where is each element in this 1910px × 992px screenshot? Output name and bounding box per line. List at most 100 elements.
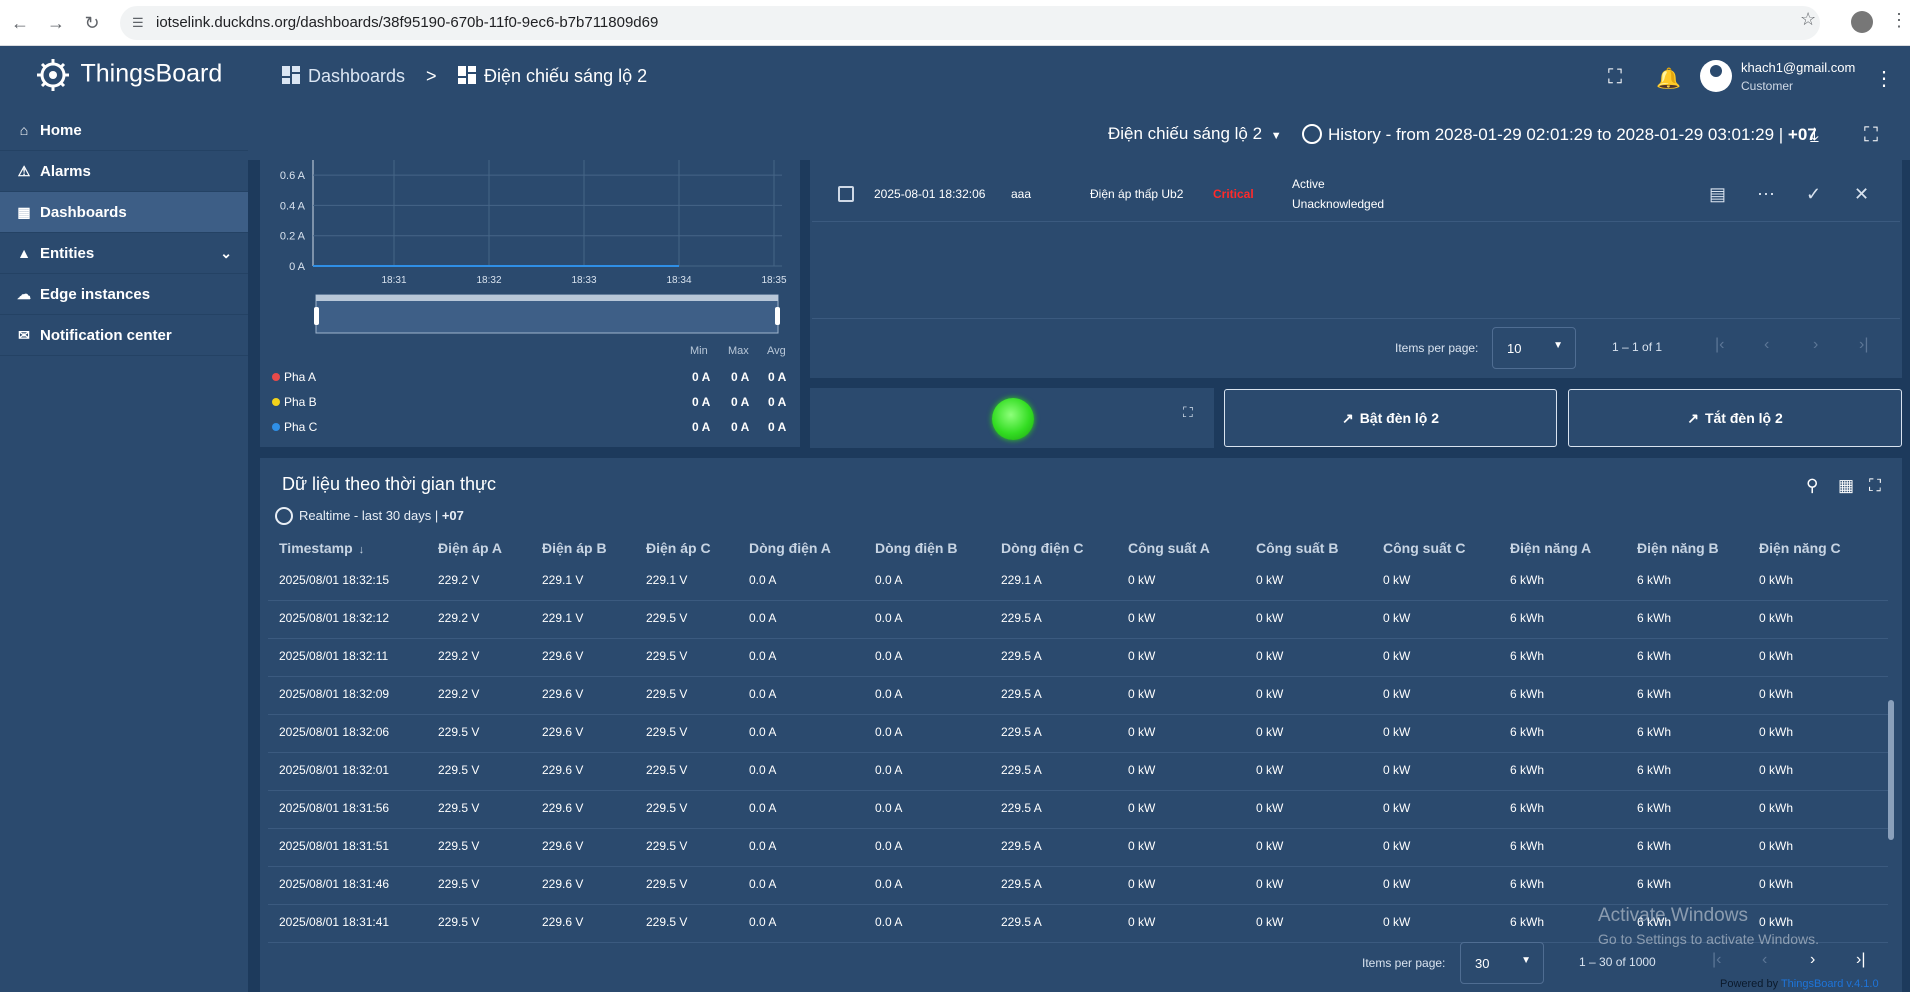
table-scrollbar[interactable] <box>1888 700 1894 840</box>
app-name: ThingsBoard <box>80 59 223 88</box>
bell-icon[interactable]: 🔔 <box>1656 66 1681 91</box>
table-timewindow-label: Realtime - last 30 days | <box>299 508 442 523</box>
table-cell: 0 kWh <box>1759 877 1794 891</box>
browser-profile-avatar[interactable] <box>1851 11 1873 33</box>
first-page-icon[interactable]: |‹ <box>1715 336 1724 354</box>
comment-icon[interactable]: ▤ <box>1709 184 1726 205</box>
address-bar[interactable]: ☰ iotselink.duckdns.org/dashboards/38f95… <box>120 6 1820 40</box>
table-cell: 0.0 A <box>875 763 903 777</box>
legend-entry[interactable]: Pha C <box>272 420 317 434</box>
arrow-right-icon[interactable]: → <box>44 11 68 35</box>
table-cell: 0 kW <box>1383 611 1411 625</box>
status-led <box>992 398 1034 440</box>
column-header[interactable]: Điện áp C <box>646 540 711 556</box>
table-cell: 2025/08/01 18:32:15 <box>279 573 390 587</box>
sidebar-item-home[interactable]: ⌂ Home <box>0 110 248 151</box>
alarm-items-per-page-label: Items per page: <box>1395 341 1479 355</box>
table-cell: 0 kW <box>1128 649 1156 663</box>
legend-header-max: Max <box>728 345 749 357</box>
table-cell: 229.2 V <box>438 687 480 701</box>
app-logo[interactable]: ThingsBoard <box>36 58 222 92</box>
site-info-icon[interactable]: ☰ <box>132 6 144 40</box>
breadcrumb-dashboards[interactable]: Dashboards <box>282 66 405 87</box>
sidebar-item-entities[interactable]: ▲ Entities ⌄ <box>0 233 248 274</box>
table-cell: 0 kW <box>1128 877 1156 891</box>
last-page-icon[interactable]: ›| <box>1856 951 1865 969</box>
clock-icon <box>1302 124 1322 144</box>
table-cell: 0 kW <box>1383 649 1411 663</box>
table-cell: 0 kW <box>1383 573 1411 587</box>
bookmark-star-icon[interactable]: ☆ <box>1800 9 1816 30</box>
prev-page-icon[interactable]: ‹ <box>1762 951 1767 969</box>
alarm-row-checkbox[interactable] <box>838 186 854 202</box>
table-cell: 6 kWh <box>1510 611 1545 625</box>
sidebar-item-dashboards[interactable]: ▦ Dashboards <box>0 192 248 233</box>
dashboard-toolbar: Điện chiếu sáng lộ 2 ▼ History - from 20… <box>248 110 1910 160</box>
dashboard-state-select[interactable]: Điện chiếu sáng lộ 2 ▼ <box>1108 124 1282 144</box>
browser-menu-icon[interactable]: ⋮ <box>1890 10 1908 31</box>
next-page-icon[interactable]: › <box>1810 951 1815 969</box>
legend-series-name: Pha C <box>284 420 318 434</box>
account-circle-icon[interactable] <box>1700 60 1732 92</box>
clear-close-icon[interactable]: ✕ <box>1854 184 1869 205</box>
table-cell: 229.1 V <box>542 611 584 625</box>
timewindow-history[interactable]: History - from 2028-01-29 02:01:29 to 20… <box>1302 124 1817 145</box>
chevron-down-icon[interactable]: ⌄ <box>220 233 232 274</box>
user-menu-icon[interactable]: ⋮ <box>1874 66 1894 91</box>
column-header[interactable]: Điện áp A <box>438 540 502 556</box>
table-cell: 0 kW <box>1256 839 1284 853</box>
table-cell: 229.5 V <box>646 649 688 663</box>
prev-page-icon[interactable]: ‹ <box>1764 336 1769 354</box>
table-cell: 2025/08/01 18:32:12 <box>279 611 390 625</box>
column-header[interactable]: Điện áp B <box>542 540 607 556</box>
fullscreen-icon[interactable]: ⛶ <box>1608 66 1622 89</box>
fullscreen-icon[interactable]: ⛶ <box>1183 404 1193 421</box>
table-cell: 229.5 V <box>646 687 688 701</box>
table-items-per-page-select[interactable]: 30 ▼ <box>1460 942 1544 984</box>
column-header[interactable]: Dòng điện A <box>749 540 831 556</box>
table-items-per-page-label: Items per page: <box>1362 956 1446 970</box>
sidebar-item-edge-instances[interactable]: ☁ Edge instances <box>0 274 248 315</box>
history-label: History - from 2028-01-29 02:01:29 to 20… <box>1328 125 1788 144</box>
sidebar-item-alarms[interactable]: ⚠ Alarms <box>0 151 248 192</box>
thingsboard-logo-icon <box>37 59 69 91</box>
table-cell: 0 kW <box>1256 611 1284 625</box>
column-header[interactable]: Công suất A <box>1128 540 1210 556</box>
table-cell: 2025/08/01 18:31:56 <box>279 801 390 815</box>
next-page-icon[interactable]: › <box>1813 336 1818 354</box>
acknowledge-check-icon[interactable]: ✓ <box>1806 184 1821 205</box>
column-header[interactable]: Công suất B <box>1256 540 1338 556</box>
legend-entry[interactable]: Pha B <box>272 395 317 409</box>
download-icon[interactable]: ⤓ <box>1810 124 1819 147</box>
first-page-icon[interactable]: |‹ <box>1712 951 1721 969</box>
sidebar-item-label: Entities <box>40 245 95 262</box>
column-header[interactable]: Điện năng B <box>1637 540 1719 556</box>
more-horiz-icon[interactable]: ⋯ <box>1757 184 1775 205</box>
turn-off-button[interactable]: ↗ Tắt đèn lộ 2 <box>1568 389 1902 447</box>
column-header[interactable]: Điện năng A <box>1510 540 1591 556</box>
columns-icon[interactable]: ▦ <box>1838 476 1854 496</box>
column-header[interactable]: Điện năng C <box>1759 540 1841 556</box>
reload-icon[interactable]: ↻ <box>80 11 104 35</box>
last-page-icon[interactable]: ›| <box>1859 336 1868 354</box>
turn-on-button[interactable]: ↗ Bật đèn lộ 2 <box>1224 389 1557 447</box>
table-title: Dữ liệu theo thời gian thực <box>282 474 497 494</box>
table-cell: 6 kWh <box>1637 725 1672 739</box>
column-header[interactable]: Công suất C <box>1383 540 1465 556</box>
table-cell: 0 kW <box>1256 725 1284 739</box>
column-header[interactable]: Timestamp ↓ <box>279 540 364 556</box>
alarm-items-per-page-select[interactable]: 10 ▼ <box>1492 327 1576 369</box>
column-header[interactable]: Dòng điện C <box>1001 540 1083 556</box>
powered-link[interactable]: ThingsBoard v.4.1.0 <box>1781 978 1879 990</box>
column-header[interactable]: Dòng điện B <box>875 540 957 556</box>
table-cell: 0 kWh <box>1759 649 1794 663</box>
fullscreen-icon[interactable]: ⛶ <box>1864 124 1878 147</box>
table-timewindow[interactable]: Realtime - last 30 days | +07 <box>275 507 464 525</box>
alarm-pager-range: 1 – 1 of 1 <box>1612 340 1663 354</box>
arrow-left-icon[interactable]: ← <box>8 11 32 35</box>
table-cell: 0 kW <box>1128 763 1156 777</box>
fullscreen-icon[interactable]: ⛶ <box>1869 476 1881 496</box>
search-icon[interactable]: ⚲ <box>1806 476 1818 496</box>
legend-entry[interactable]: Pha A <box>272 370 316 384</box>
sidebar-item-notification-center[interactable]: ✉ Notification center <box>0 315 248 356</box>
